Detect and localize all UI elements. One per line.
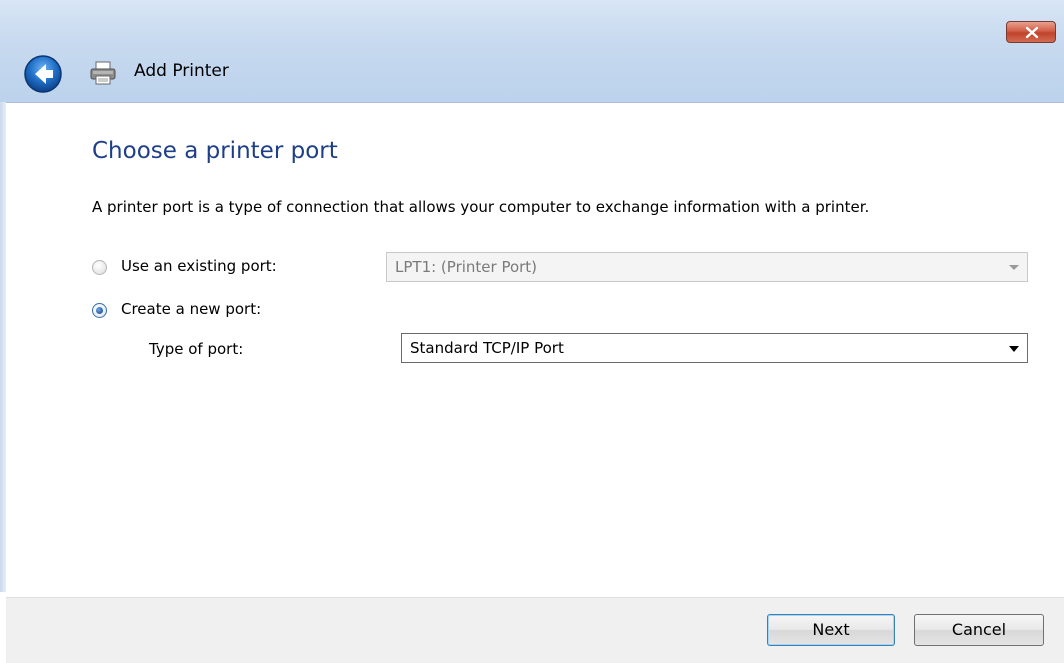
existing-port-select[interactable]: LPT1: (Printer Port) <box>386 252 1028 282</box>
close-icon <box>1025 26 1039 39</box>
type-of-port-select[interactable]: Standard TCP/IP Port <box>401 333 1028 363</box>
chevron-down-icon <box>1009 265 1019 270</box>
printer-icon <box>90 61 116 85</box>
title-bar: Add Printer <box>0 0 1064 103</box>
type-of-port-value: Standard TCP/IP Port <box>410 339 564 357</box>
next-button[interactable]: Next <box>767 614 895 646</box>
create-new-port-label[interactable]: Create a new port: <box>121 300 261 318</box>
close-button[interactable] <box>1006 21 1056 43</box>
cancel-button[interactable]: Cancel <box>914 614 1044 646</box>
window-title: Add Printer <box>134 61 229 81</box>
create-new-port-radio[interactable] <box>92 303 107 318</box>
back-button[interactable] <box>22 53 64 95</box>
add-printer-window: Add Printer Choose a printer port A prin… <box>0 0 1064 663</box>
chevron-down-icon <box>1009 346 1019 352</box>
back-arrow-icon <box>24 55 62 93</box>
type-of-port-label: Type of port: <box>149 340 244 358</box>
page-heading: Choose a printer port <box>92 138 338 164</box>
use-existing-port-label[interactable]: Use an existing port: <box>121 257 277 275</box>
page-description: A printer port is a type of connection t… <box>92 198 870 216</box>
wizard-footer <box>6 597 1064 663</box>
existing-port-value: LPT1: (Printer Port) <box>395 258 538 276</box>
use-existing-port-radio[interactable] <box>92 260 107 275</box>
